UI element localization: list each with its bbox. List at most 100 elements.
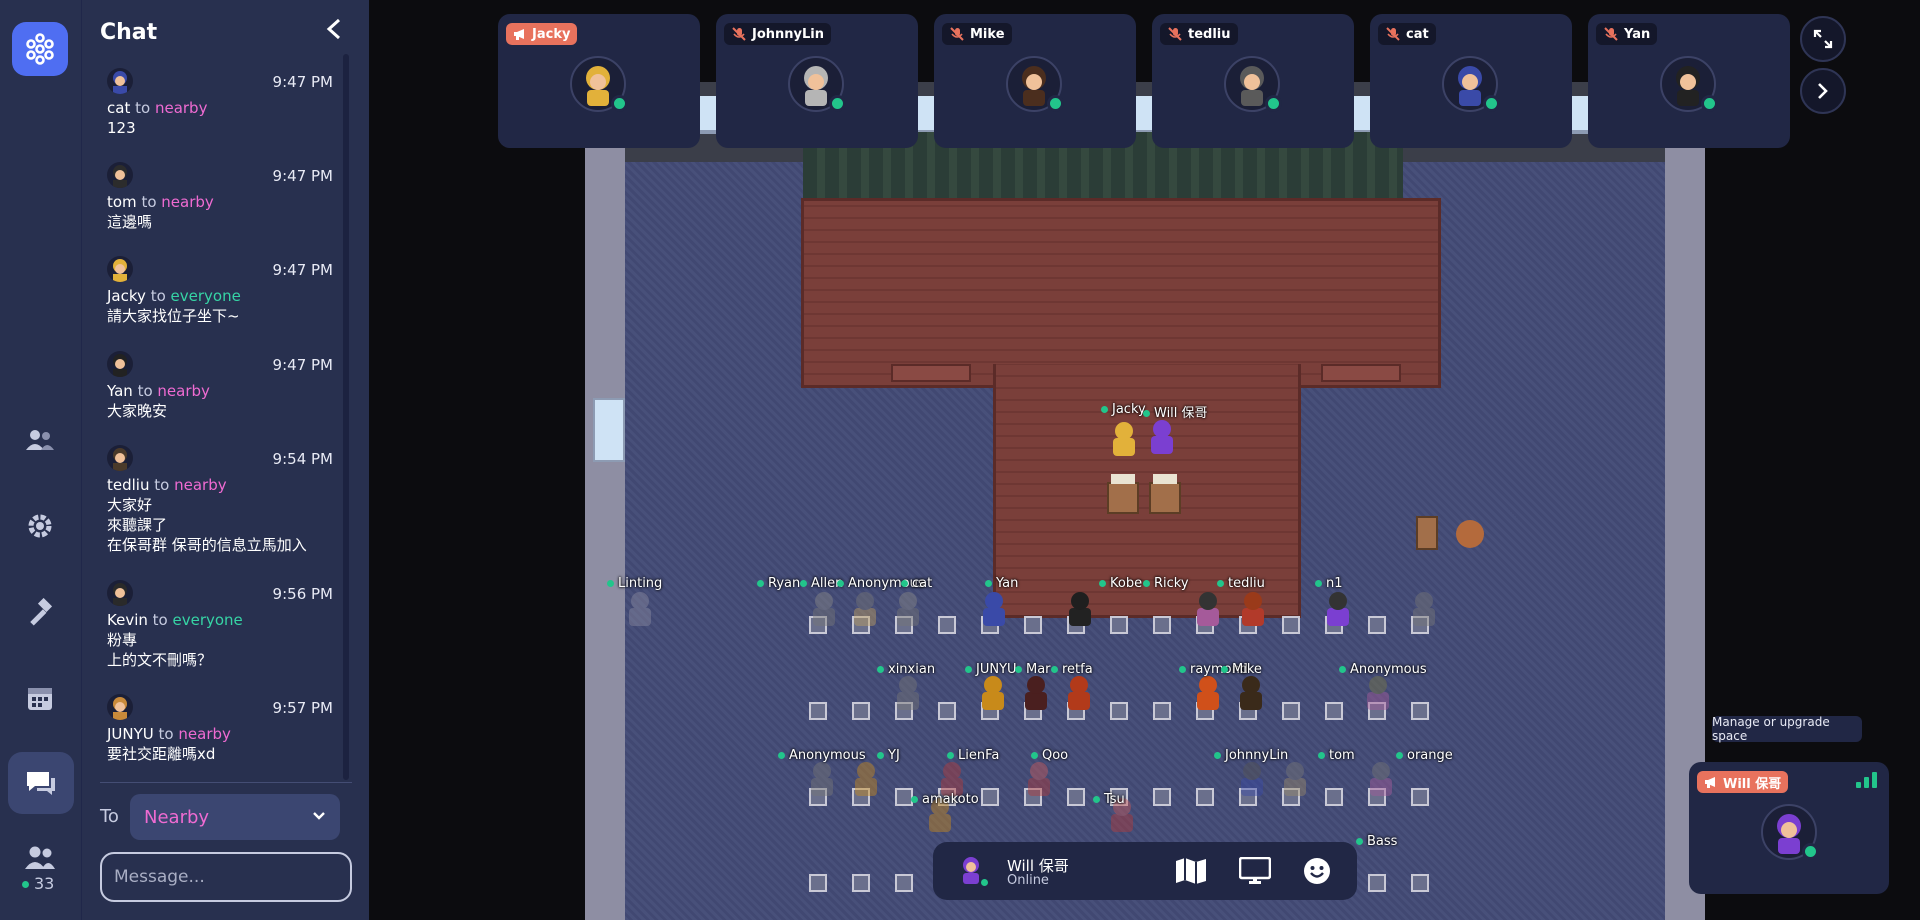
video-tile[interactable]: Yan <box>1588 14 1790 148</box>
player-sprite[interactable] <box>1149 420 1175 456</box>
self-video-tile[interactable]: Will 保哥 <box>1689 762 1889 894</box>
player-sprite[interactable] <box>809 762 835 798</box>
fullscreen-icon[interactable] <box>1800 16 1846 62</box>
player-sprite[interactable] <box>852 592 878 628</box>
tile-name-tag: tedliu <box>1160 23 1238 45</box>
build-icon[interactable] <box>20 592 60 632</box>
message-audience: nearby <box>174 476 227 494</box>
avatar[interactable] <box>107 351 133 377</box>
player-sprite[interactable] <box>811 592 837 628</box>
message-header: cat to nearby <box>107 98 333 118</box>
chair[interactable] <box>895 874 913 892</box>
avatar[interactable] <box>955 854 990 888</box>
avatar[interactable] <box>107 580 133 606</box>
player-sprite[interactable] <box>627 592 653 628</box>
player-sprite[interactable] <box>895 676 921 712</box>
message-sender[interactable]: Kevin <box>107 611 148 629</box>
chair[interactable] <box>809 702 827 720</box>
chat-scrollbar[interactable] <box>343 54 349 780</box>
chair[interactable] <box>1368 616 1386 634</box>
recipient-select[interactable]: Nearby <box>130 794 340 840</box>
chair[interactable] <box>1411 788 1429 806</box>
video-tile[interactable]: JohnnyLin <box>716 14 918 148</box>
tile-name-tag: cat <box>1378 23 1436 45</box>
screen-share-icon[interactable] <box>1239 856 1271 886</box>
manage-space-button[interactable]: Manage or upgrade space <box>1712 715 1862 743</box>
chair[interactable] <box>1110 702 1128 720</box>
message-sender[interactable]: Yan <box>107 382 133 400</box>
player-sprite[interactable] <box>1365 676 1391 712</box>
message-sender[interactable]: Jacky <box>107 287 146 305</box>
chat-icon[interactable] <box>8 752 74 814</box>
chair[interactable] <box>1153 788 1171 806</box>
message-input[interactable] <box>100 852 352 902</box>
message-time: 9:57 PM <box>272 699 333 717</box>
emoji-icon[interactable] <box>1301 856 1333 886</box>
calendar-icon[interactable] <box>20 678 60 718</box>
chair[interactable] <box>852 702 870 720</box>
chair[interactable] <box>1325 702 1343 720</box>
avatar[interactable] <box>107 256 133 282</box>
player-sprite[interactable] <box>981 592 1007 628</box>
message-text: 在保哥群 保哥的信息立馬加入 <box>107 536 307 554</box>
chair[interactable] <box>1153 616 1171 634</box>
map-icon[interactable] <box>1175 856 1207 886</box>
player-sprite[interactable] <box>1195 676 1221 712</box>
chair[interactable] <box>1110 616 1128 634</box>
chair[interactable] <box>852 874 870 892</box>
collapse-chat-icon[interactable] <box>326 18 342 46</box>
player-sprite[interactable] <box>1111 422 1137 458</box>
message-sender[interactable]: cat <box>107 99 130 117</box>
player-sprite[interactable] <box>1195 592 1221 628</box>
player-sprite[interactable] <box>1325 592 1351 628</box>
message-sender[interactable]: tom <box>107 193 137 211</box>
chair[interactable] <box>1411 702 1429 720</box>
chair[interactable] <box>1024 616 1042 634</box>
player-sprite[interactable] <box>895 592 921 628</box>
chair[interactable] <box>938 616 956 634</box>
video-tile[interactable]: cat <box>1370 14 1572 148</box>
next-tiles-icon[interactable] <box>1800 68 1846 114</box>
chair[interactable] <box>1325 788 1343 806</box>
chair[interactable] <box>938 702 956 720</box>
settings-icon[interactable] <box>20 506 60 546</box>
chair[interactable] <box>1282 616 1300 634</box>
player-sprite[interactable] <box>1066 676 1092 712</box>
message-sender[interactable]: tedliu <box>107 476 149 494</box>
chair[interactable] <box>1067 788 1085 806</box>
video-tile[interactable]: tedliu <box>1152 14 1354 148</box>
player-sprite[interactable] <box>980 676 1006 712</box>
logo-icon[interactable] <box>12 22 68 76</box>
chair[interactable] <box>1411 874 1429 892</box>
avatar[interactable] <box>107 68 133 94</box>
chair[interactable] <box>1153 702 1171 720</box>
chair[interactable] <box>981 788 999 806</box>
message-text: 大家晚安 <box>107 402 168 420</box>
avatar[interactable] <box>107 162 133 188</box>
video-tile[interactable]: Jacky <box>498 14 700 148</box>
player-sprite[interactable] <box>1023 676 1049 712</box>
message-sender[interactable]: JUNYU <box>107 725 154 743</box>
player-sprite[interactable] <box>1240 592 1266 628</box>
player-sprite[interactable] <box>1368 762 1394 798</box>
video-tile[interactable]: Mike <box>934 14 1136 148</box>
player-sprite[interactable] <box>1026 762 1052 798</box>
chat-message: 9:54 PM tedliu to nearby 大家好 來聽課了 在保哥群 保哥的信息… <box>107 445 333 555</box>
player-sprite[interactable] <box>1411 592 1437 628</box>
chair[interactable] <box>809 874 827 892</box>
people-icon[interactable] <box>20 420 60 460</box>
chair[interactable] <box>1368 874 1386 892</box>
map-view[interactable]: Jacky Will 保哥 Linting Ryan Allen Anonymous cat… <box>369 0 1920 920</box>
player-sprite[interactable] <box>1067 592 1093 628</box>
player-sprite[interactable] <box>1238 676 1264 712</box>
chair[interactable] <box>1282 702 1300 720</box>
chair[interactable] <box>1196 788 1214 806</box>
player-sprite[interactable] <box>853 762 879 798</box>
avatar[interactable] <box>107 445 133 471</box>
player-name-tag: Kobe <box>1099 576 1142 591</box>
participants-icon[interactable] <box>20 838 60 878</box>
game-map[interactable]: Jacky Will 保哥 Linting Ryan Allen Anonymous cat… <box>585 82 1705 920</box>
player-sprite[interactable] <box>1239 762 1265 798</box>
player-sprite[interactable] <box>1282 762 1308 798</box>
avatar[interactable] <box>107 694 133 720</box>
